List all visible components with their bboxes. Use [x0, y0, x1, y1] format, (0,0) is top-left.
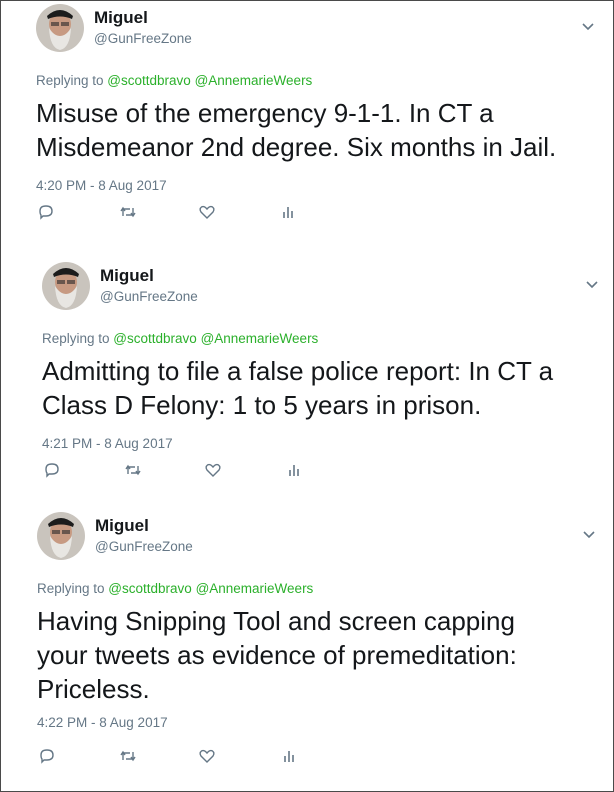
- like-icon[interactable]: [203, 460, 223, 480]
- display-name[interactable]: Miguel: [95, 516, 149, 536]
- tweet-actions: [36, 202, 336, 222]
- chevron-down-icon[interactable]: [585, 280, 599, 290]
- mention-link[interactable]: @scottdbravo: [113, 331, 197, 346]
- tweet-actions: [37, 746, 337, 766]
- replying-to: Replying to @scottdbravo @AnnemarieWeers: [37, 581, 313, 596]
- reply-icon[interactable]: [36, 202, 56, 222]
- user-handle[interactable]: @GunFreeZone: [95, 539, 193, 554]
- avatar[interactable]: [36, 4, 84, 52]
- reply-icon[interactable]: [37, 746, 57, 766]
- replying-to-label: Replying to: [36, 73, 108, 88]
- mention-link[interactable]: @scottdbravo: [108, 581, 192, 596]
- replying-to: Replying to @scottdbravo @AnnemarieWeers: [42, 331, 318, 346]
- tweet-text: Misuse of the emergency 9-1-1. In CT a M…: [36, 98, 557, 162]
- retweet-icon[interactable]: [123, 460, 143, 480]
- user-handle[interactable]: @GunFreeZone: [94, 31, 192, 46]
- tweet-text: Admitting to file a false police report:…: [42, 356, 554, 420]
- timestamp[interactable]: 4:20 PM - 8 Aug 2017: [36, 178, 167, 193]
- replying-to: Replying to @scottdbravo @AnnemarieWeers: [36, 73, 312, 88]
- mention-link[interactable]: @AnnemarieWeers: [195, 73, 313, 88]
- user-handle[interactable]: @GunFreeZone: [100, 289, 198, 304]
- like-icon[interactable]: [197, 202, 217, 222]
- replying-to-label: Replying to: [37, 581, 109, 596]
- analytics-icon[interactable]: [279, 746, 299, 766]
- avatar[interactable]: [42, 262, 90, 310]
- retweet-icon[interactable]: [118, 202, 138, 222]
- analytics-icon[interactable]: [284, 460, 304, 480]
- mention-link[interactable]: @AnnemarieWeers: [196, 581, 314, 596]
- replying-to-label: Replying to: [42, 331, 114, 346]
- display-name[interactable]: Miguel: [94, 8, 148, 28]
- chevron-down-icon[interactable]: [581, 22, 595, 32]
- retweet-icon[interactable]: [118, 746, 138, 766]
- tweet-text: Having Snipping Tool and screen capping …: [37, 606, 517, 704]
- analytics-icon[interactable]: [278, 202, 298, 222]
- mention-link[interactable]: @AnnemarieWeers: [201, 331, 319, 346]
- tweet-actions: [42, 460, 342, 480]
- avatar[interactable]: [37, 512, 85, 560]
- like-icon[interactable]: [197, 746, 217, 766]
- timestamp[interactable]: 4:22 PM - 8 Aug 2017: [37, 715, 168, 730]
- mention-link[interactable]: @scottdbravo: [107, 73, 191, 88]
- reply-icon[interactable]: [42, 460, 62, 480]
- chevron-down-icon[interactable]: [582, 530, 596, 540]
- display-name[interactable]: Miguel: [100, 266, 154, 286]
- timestamp[interactable]: 4:21 PM - 8 Aug 2017: [42, 436, 173, 451]
